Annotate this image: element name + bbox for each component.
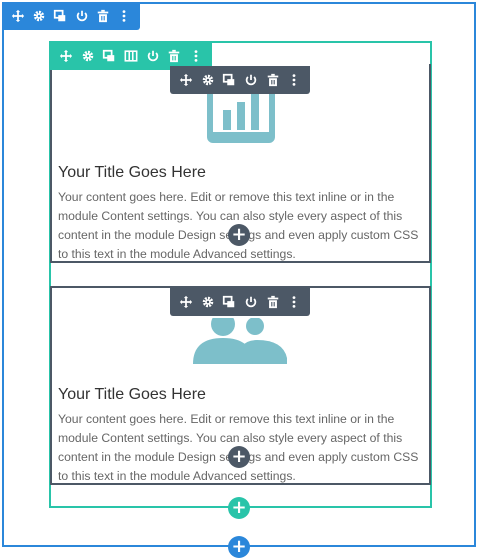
module-toolbar-1 (170, 66, 310, 94)
trash-icon (267, 73, 278, 87)
section-more-button[interactable] (115, 5, 134, 27)
row-toggle-button[interactable] (143, 45, 163, 67)
module-delete-button[interactable] (263, 291, 283, 313)
section-delete-button[interactable] (93, 5, 112, 27)
section-toggle-button[interactable] (72, 5, 91, 27)
duplicate-icon (54, 9, 66, 22)
row-more-button[interactable] (186, 45, 206, 67)
power-icon (245, 74, 257, 86)
gear-icon (202, 296, 213, 308)
module-more-button[interactable] (284, 291, 304, 313)
duplicate-icon (223, 295, 235, 308)
more-icon (122, 10, 126, 22)
add-module-button-2[interactable]: + (228, 446, 250, 468)
more-icon (194, 50, 198, 62)
module-toggle-button[interactable] (241, 291, 261, 313)
move-icon (179, 73, 192, 87)
gear-icon (33, 10, 45, 22)
module-settings-button[interactable] (198, 69, 218, 91)
more-icon (292, 296, 296, 308)
move-icon (179, 295, 192, 309)
gear-icon (202, 74, 213, 86)
section-duplicate-button[interactable] (51, 5, 70, 27)
columns-icon (124, 50, 138, 62)
add-module-button-1[interactable]: + (228, 224, 250, 246)
module-duplicate-button[interactable] (219, 291, 239, 313)
section-settings-button[interactable] (29, 5, 48, 27)
section-toolbar (2, 2, 140, 30)
duplicate-icon (223, 73, 235, 86)
trash-icon (267, 295, 278, 309)
move-icon (11, 9, 24, 23)
module-move-button[interactable] (176, 291, 196, 313)
module-title[interactable]: Your Title Goes Here (58, 386, 206, 404)
add-section-button[interactable]: + (228, 536, 250, 558)
section-move-button[interactable] (8, 5, 27, 27)
gear-icon (82, 50, 93, 62)
trash-icon (97, 9, 109, 23)
add-row-button[interactable]: + (228, 497, 250, 519)
more-icon (292, 74, 296, 86)
module-toolbar-2 (170, 288, 310, 316)
module-move-button[interactable] (176, 69, 196, 91)
row-duplicate-button[interactable] (99, 45, 119, 67)
power-icon (147, 50, 158, 62)
row-columns-button[interactable] (121, 45, 141, 67)
module-toggle-button[interactable] (241, 69, 261, 91)
duplicate-icon (103, 49, 115, 62)
users-icon (192, 312, 289, 369)
row-settings-button[interactable] (78, 45, 98, 67)
row-delete-button[interactable] (165, 45, 185, 67)
move-icon (59, 49, 72, 63)
power-icon (245, 296, 257, 308)
power-icon (76, 10, 87, 22)
module-settings-button[interactable] (198, 291, 218, 313)
module-more-button[interactable] (284, 69, 304, 91)
row-move-button[interactable] (56, 45, 76, 67)
trash-icon (169, 49, 180, 63)
module-title[interactable]: Your Title Goes Here (58, 164, 206, 182)
module-delete-button[interactable] (263, 69, 283, 91)
module-duplicate-button[interactable] (219, 69, 239, 91)
